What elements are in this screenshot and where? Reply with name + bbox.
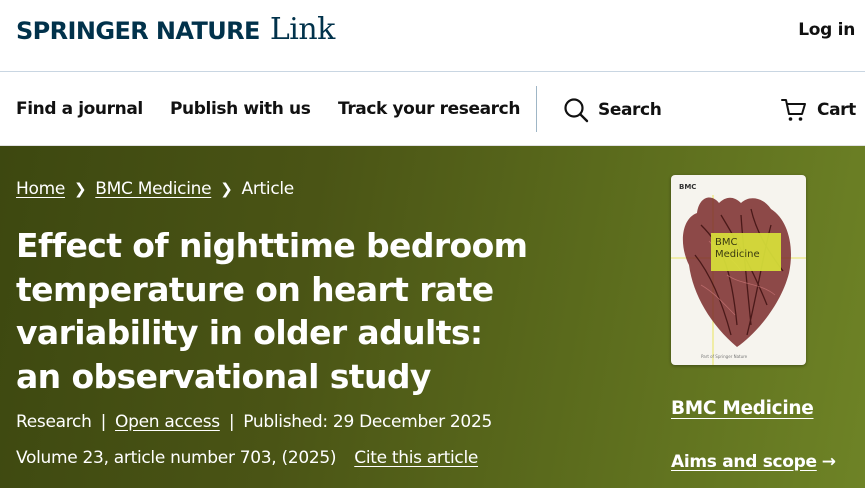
journal-cover-image[interactable]: BMC BMC Medicine Part of Springer Nature <box>671 175 806 365</box>
aims-and-scope-label: Aims and scope <box>671 452 817 472</box>
brand-link: Link <box>269 12 336 47</box>
aims-and-scope-link[interactable]: Aims and scope → <box>671 452 836 472</box>
springer-nature-link-logo[interactable]: SPRINGER NATURE Link <box>16 12 335 56</box>
meta-separator: | <box>228 412 235 432</box>
main-navigation: Find a journal Publish with us Track you… <box>0 72 865 146</box>
search-icon <box>564 98 589 123</box>
chevron-right-icon: ❯ <box>74 180 87 198</box>
cite-article-link[interactable]: Cite this article <box>354 448 478 468</box>
published-date: Published: 29 December 2025 <box>243 412 492 432</box>
meta-separator: | <box>100 412 107 432</box>
article-title: Effect of nighttime bedroom temperature … <box>16 226 528 396</box>
breadcrumb-current: Article <box>241 179 295 199</box>
cart-icon <box>781 99 806 121</box>
login-link[interactable]: Log in <box>798 20 855 40</box>
nav-publish-with-us[interactable]: Publish with us <box>170 99 311 119</box>
article-type: Research <box>16 412 92 432</box>
nav-track-research[interactable]: Track your research <box>338 99 520 119</box>
site-header: SPRINGER NATURE Link Log in <box>0 0 865 72</box>
cart-button[interactable]: Cart <box>781 97 856 123</box>
article-hero: Home ❯ BMC Medicine ❯ Article Effect of … <box>0 146 865 488</box>
breadcrumb-home[interactable]: Home <box>16 179 65 199</box>
article-citation-line: Volume 23, article number 703, (2025) Ci… <box>16 448 478 468</box>
open-access-link[interactable]: Open access <box>115 412 220 432</box>
nav-find-journal[interactable]: Find a journal <box>16 99 143 119</box>
arrow-right-icon: → <box>821 452 836 472</box>
article-meta: Research | Open access | Published: 29 D… <box>16 412 492 432</box>
search-button[interactable]: Search <box>563 97 662 123</box>
cart-label: Cart <box>817 100 856 120</box>
cover-footer: Part of Springer Nature <box>701 354 748 359</box>
heart-illustration <box>671 195 806 365</box>
breadcrumb: Home ❯ BMC Medicine ❯ Article <box>16 179 294 199</box>
search-label: Search <box>598 100 662 120</box>
brand-springer-nature: SPRINGER NATURE <box>16 17 260 45</box>
volume-info: Volume 23, article number 703, (2025) <box>16 448 337 468</box>
cover-title-line1: BMC <box>715 237 738 248</box>
chevron-right-icon: ❯ <box>220 180 233 198</box>
breadcrumb-journal[interactable]: BMC Medicine <box>95 179 211 199</box>
journal-name-link[interactable]: BMC Medicine <box>671 398 814 419</box>
nav-divider <box>536 86 537 132</box>
cover-title-line2: Medicine <box>715 249 760 260</box>
